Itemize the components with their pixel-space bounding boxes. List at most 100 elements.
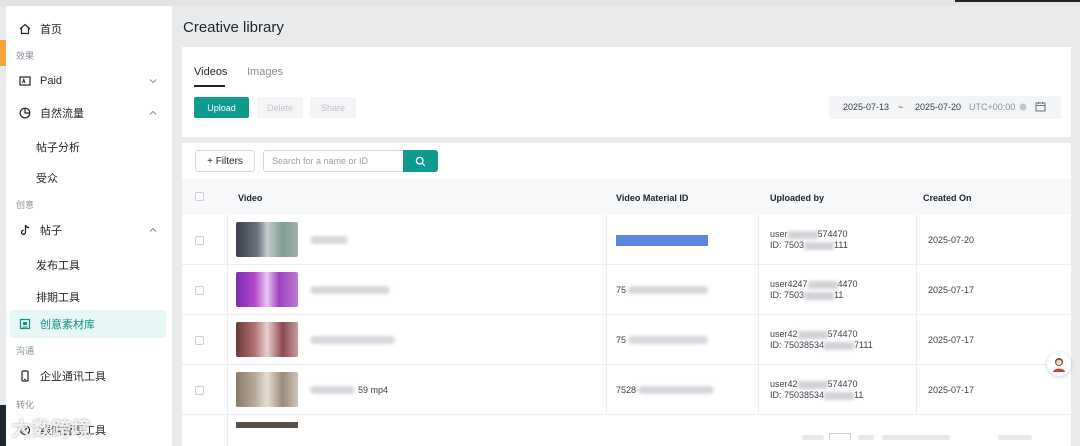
- timezone-label: UTC+00:00: [969, 102, 1016, 112]
- video-thumbnail[interactable]: [236, 222, 298, 257]
- sidebar-item-label: 自然流量: [40, 108, 84, 120]
- sidebar-item-paid[interactable]: Paid: [10, 67, 166, 95]
- cell-divider: [916, 315, 917, 365]
- redacted-material-id: [616, 235, 708, 246]
- sidebar-item-publish-tool[interactable]: 发布工具: [36, 257, 80, 273]
- table-row[interactable]: 75 user42 574470 ID: 75038534 7111 2025-07…: [182, 315, 1071, 365]
- pagination-current-page[interactable]: [829, 433, 851, 440]
- home-icon: [18, 22, 32, 36]
- search-icon: [415, 156, 426, 166]
- sidebar-item-organic[interactable]: 自然流量: [10, 99, 166, 127]
- tab-videos[interactable]: Videos: [194, 66, 227, 78]
- uploaded-by-cell: user 574470 ID: 7503 111: [770, 229, 848, 251]
- sidebar-item-posts[interactable]: 帖子: [10, 216, 166, 244]
- date-range-picker[interactable]: 2025-07-13 ~ 2025-07-20 UTC+00:00: [829, 96, 1061, 119]
- date-end[interactable]: 2025-07-20: [915, 102, 961, 112]
- top-dark-bar: [955, 0, 1080, 2]
- video-thumbnail[interactable]: [236, 372, 298, 407]
- uploaded-by-cell: user42 574470 ID: 75038534 11: [770, 379, 863, 401]
- sidebar-item-creative-library[interactable]: 创意素材库: [10, 310, 166, 338]
- sidebar-item-enterprise-im[interactable]: 企业通讯工具: [10, 362, 166, 390]
- redaction-blur: [804, 241, 835, 250]
- cell-divider: [916, 215, 917, 265]
- row-checkbox[interactable]: [195, 336, 204, 345]
- main-content: Creative library Videos Images Upload De…: [172, 6, 1080, 446]
- redaction-blur: [824, 341, 855, 350]
- uploaded-id: ID: 7503: [770, 240, 805, 250]
- cell-divider: [606, 315, 607, 365]
- watermark-logo: 大数跨境: [12, 419, 93, 440]
- column-header-material-id[interactable]: Video Material ID: [616, 193, 688, 203]
- support-avatar[interactable]: [1047, 352, 1071, 376]
- cell-divider: [227, 315, 228, 365]
- video-thumbnail[interactable]: [236, 272, 298, 307]
- sidebar-item-label: Paid: [40, 75, 63, 87]
- tab-images[interactable]: Images: [247, 66, 283, 78]
- ad-icon: [18, 74, 32, 88]
- search-input[interactable]: Search for a name or ID: [263, 150, 404, 172]
- sidebar-item-home[interactable]: 首页: [10, 15, 166, 43]
- sidebar-item-post-analysis[interactable]: 帖子分析: [36, 139, 80, 155]
- upload-button[interactable]: Upload: [194, 97, 249, 118]
- sidebar-item-label: 企业通讯工具: [40, 371, 106, 383]
- row-checkbox[interactable]: [195, 286, 204, 295]
- cell-divider: [758, 215, 759, 265]
- sidebar-item-label: 帖子: [40, 225, 62, 237]
- phone-icon: [18, 369, 32, 383]
- share-button[interactable]: Share: [310, 97, 356, 118]
- redaction-blur: [807, 280, 838, 289]
- uploaded-user-tail: 574470: [817, 229, 848, 239]
- search-button[interactable]: [403, 150, 438, 172]
- uploaded-id-tail: 7111: [854, 340, 873, 350]
- info-icon: [1019, 103, 1027, 113]
- row-checkbox[interactable]: [195, 236, 204, 245]
- video-thumbnail-partial[interactable]: [236, 422, 298, 428]
- pagination-next[interactable]: [858, 435, 874, 440]
- pagination-size-select[interactable]: [882, 435, 950, 440]
- redacted-video-name: [310, 286, 390, 294]
- column-header-created-on[interactable]: Created On: [923, 193, 972, 203]
- uploaded-by-cell: user4247 4470 ID: 7503 11: [770, 279, 858, 301]
- uploaded-id: ID: 75038534: [770, 390, 825, 400]
- redacted-material-id: [628, 286, 708, 294]
- filters-button[interactable]: + Filters: [195, 150, 255, 172]
- uploaded-user-tail: 574470: [827, 329, 858, 339]
- table-row[interactable]: 75 user4247 4470 ID: 7503 11 2025-07-17: [182, 265, 1071, 315]
- pie-chart-icon: [18, 106, 32, 120]
- cell-divider: [227, 215, 228, 265]
- date-start[interactable]: 2025-07-13: [843, 102, 889, 112]
- cell-divider: [606, 265, 607, 315]
- active-tab-indicator: [194, 85, 225, 87]
- tiktok-icon: [18, 223, 32, 237]
- pagination-prev[interactable]: [802, 435, 824, 440]
- video-thumbnail[interactable]: [236, 322, 298, 357]
- video-name-suffix: 59 mp4: [358, 385, 389, 395]
- sidebar-item-audience[interactable]: 受众: [36, 170, 58, 186]
- sidebar: 首页 效果 Paid 自然流量 帖子分析 受众 创意 帖子 发布工具 排期工具 …: [6, 6, 172, 446]
- row-checkbox[interactable]: [195, 386, 204, 395]
- cell-divider: [227, 415, 228, 446]
- toolbar-card: Videos Images Upload Delete Share 2025-0…: [182, 47, 1071, 137]
- redacted-video-name: [310, 336, 395, 344]
- uploaded-user-tail: 4470: [837, 279, 858, 289]
- person-icon: [1053, 358, 1065, 372]
- cell-divider: [606, 215, 607, 265]
- table-card: + Filters Search for a name or ID Video …: [182, 143, 1071, 446]
- calendar-icon[interactable]: [1035, 101, 1046, 114]
- uploaded-id-tail: 11: [854, 390, 864, 400]
- table-row[interactable]: 59 mp4 7528 user42 574470 ID: 75038534 11 …: [182, 365, 1071, 415]
- sidebar-item-schedule-tool[interactable]: 排期工具: [36, 289, 80, 305]
- delete-button[interactable]: Delete: [257, 97, 303, 118]
- table-row[interactable]: user 574470 ID: 7503 111 2025-07-20: [182, 215, 1071, 265]
- created-on: 2025-07-17: [928, 285, 975, 295]
- redaction-blur: [787, 230, 818, 239]
- uploaded-id: ID: 7503: [770, 290, 805, 300]
- column-header-video[interactable]: Video: [238, 193, 262, 203]
- created-on: 2025-07-17: [928, 335, 975, 345]
- select-all-checkbox[interactable]: [195, 192, 204, 201]
- column-header-uploaded-by[interactable]: Uploaded by: [770, 193, 824, 203]
- date-separator: ~: [898, 102, 904, 112]
- chevron-up-icon: [149, 110, 157, 115]
- pagination-jump[interactable]: [998, 435, 1032, 440]
- cell-divider: [758, 365, 759, 415]
